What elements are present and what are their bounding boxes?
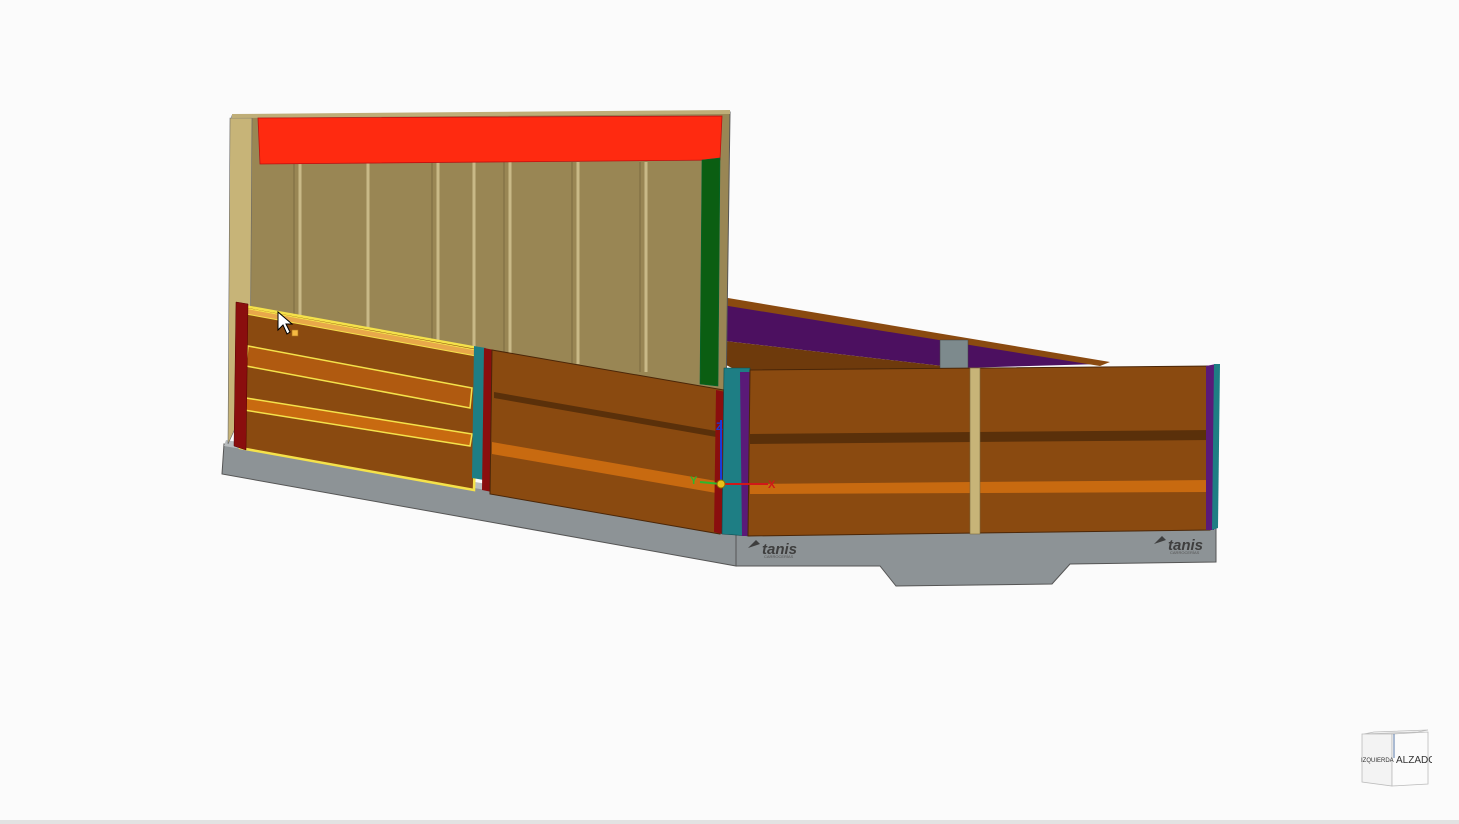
svg-text:CARROCERÍAS: CARROCERÍAS (1170, 550, 1200, 555)
chassis-side-right[interactable] (735, 527, 1217, 587)
front-top-band[interactable] (257, 115, 723, 165)
triad-origin (716, 479, 726, 489)
truck-body-model[interactable]: tanis CARROCERÍAS tanis CARROCERÍAS X Y … (0, 0, 1459, 820)
corner-post-green[interactable] (699, 157, 721, 387)
triad-y-label: Y (690, 475, 698, 487)
viewport-bottom-border (0, 820, 1459, 824)
triad-x-label: X (768, 479, 776, 491)
inner-post (939, 339, 969, 371)
cad-3d-viewport[interactable]: tanis CARROCERÍAS tanis CARROCERÍAS X Y … (0, 0, 1459, 820)
left-rear-post[interactable] (233, 301, 249, 451)
cursor-selection-indicator (291, 329, 299, 337)
view-cube-front-label: ALZADO (1396, 755, 1432, 766)
rear-panel-center-post[interactable] (969, 367, 981, 535)
svg-text:CARROCERÍAS: CARROCERÍAS (764, 554, 794, 559)
triad-z-label: Z (716, 421, 723, 433)
view-cube[interactable]: ALZADO IZQUIERDA (1356, 728, 1432, 790)
view-cube-left-label: IZQUIERDA (1361, 758, 1394, 764)
